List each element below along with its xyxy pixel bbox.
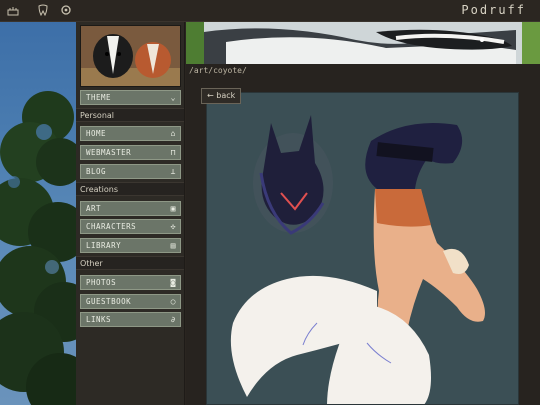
settings-icon[interactable] (59, 4, 73, 18)
nav-item-label: LIBRARY (86, 241, 122, 250)
tooth-icon[interactable] (36, 4, 50, 18)
back-label: back (216, 91, 236, 100)
nav-item-blog[interactable]: BLOG ⊥ (80, 164, 181, 179)
nav-item-characters[interactable]: CHARACTERS ✣ (80, 219, 181, 234)
nav-item-label: CHARACTERS (86, 222, 137, 231)
nav-item-photos[interactable]: PHOTOS ◙ (80, 275, 181, 290)
sidebar: THEME ⌄ Personal HOME ⌂ WEBMASTER ⊓ BLOG ⊥ … (76, 22, 185, 405)
top-bar: Podruff (0, 0, 540, 22)
theme-label: THEME (86, 93, 112, 102)
nav-item-label: WEBMASTER (86, 148, 132, 157)
back-button[interactable]: ← back (201, 88, 242, 104)
nav-item-guestbook[interactable]: GUESTBOOK ○ (80, 294, 181, 309)
chat-icon: ○ (170, 297, 176, 306)
section-heading-personal: Personal (76, 108, 184, 122)
site-title[interactable]: Podruff (461, 3, 526, 17)
section-heading-other: Other (76, 256, 184, 270)
lock-icon: ⊓ (170, 148, 176, 157)
nav-item-art[interactable]: ART ▣ (80, 201, 181, 216)
nav-item-label: HOME (86, 129, 107, 138)
nav-item-label: ART (86, 204, 102, 213)
nav-item-home[interactable]: HOME ⌂ (80, 126, 181, 141)
signpost-icon: ⊥ (170, 167, 176, 176)
section-heading-creations: Creations (76, 182, 184, 196)
artwork-coyote[interactable] (206, 92, 519, 405)
nav-item-label: PHOTOS (86, 278, 117, 287)
nav-item-label: GUESTBOOK (86, 297, 132, 306)
chevron-down-icon: ⌄ (170, 93, 176, 102)
paw-icon: ✣ (170, 222, 176, 231)
arrow-left-icon: ← (207, 91, 217, 100)
camera-icon: ◙ (170, 278, 176, 287)
header-banner-badger (186, 22, 540, 64)
book-icon: ▤ (170, 241, 176, 250)
main-content: /art/coyote/ ← back (186, 64, 540, 405)
cake-icon[interactable] (6, 4, 20, 18)
home-icon: ⌂ (170, 129, 176, 138)
paperclip-icon: ∂ (170, 315, 176, 324)
nav-item-label: BLOG (86, 167, 107, 176)
nav-item-webmaster[interactable]: WEBMASTER ⊓ (80, 145, 181, 160)
theme-dropdown[interactable]: THEME ⌄ (80, 90, 181, 105)
nav-item-links[interactable]: LINKS ∂ (80, 312, 181, 327)
image-icon: ▣ (170, 204, 176, 213)
avatar-badgers (80, 25, 181, 87)
breadcrumb-path: /art/coyote/ (189, 66, 247, 75)
nav-item-library[interactable]: LIBRARY ▤ (80, 238, 181, 253)
nav-item-label: LINKS (86, 315, 112, 324)
background-photo (0, 22, 76, 405)
